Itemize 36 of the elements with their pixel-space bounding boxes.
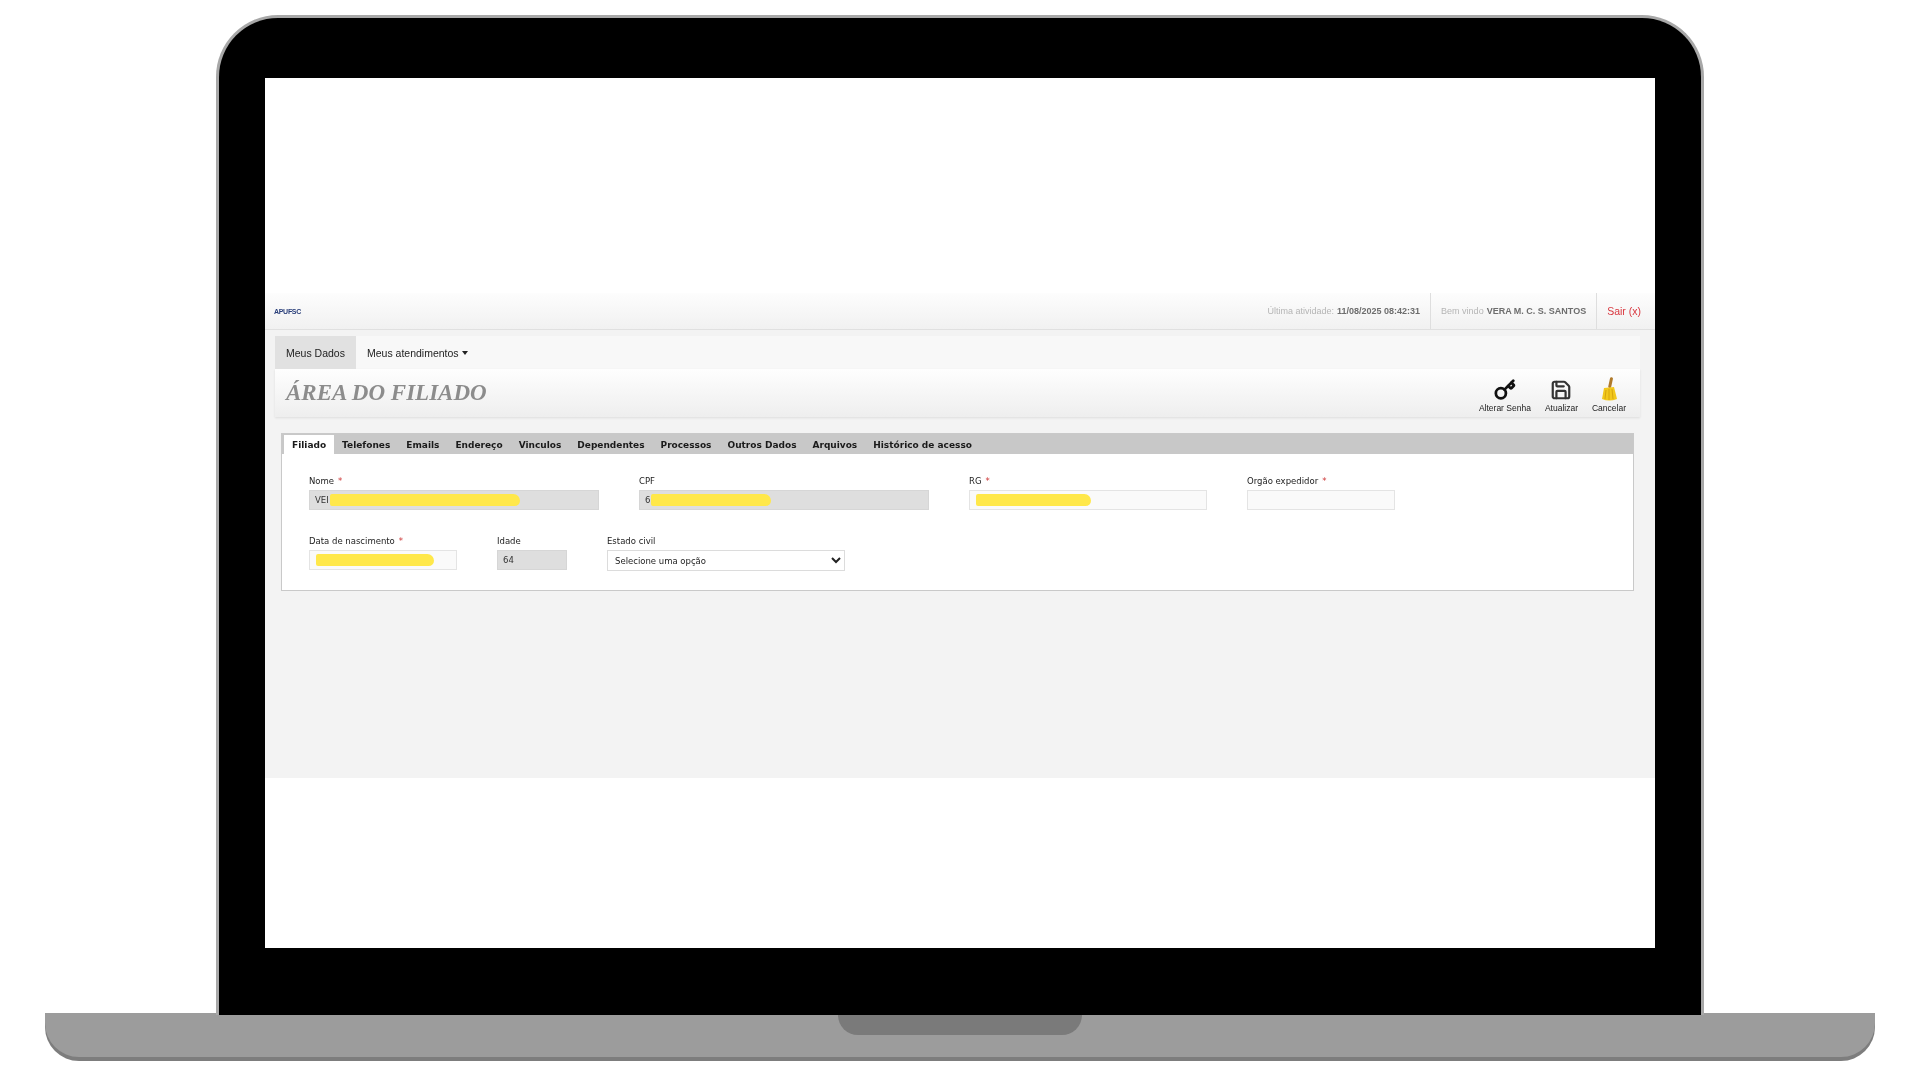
field-label: Idade	[497, 536, 522, 546]
key-icon	[1493, 379, 1516, 401]
last-activity-text: Última atividade: 11/08/2025 08:42:31	[1257, 293, 1432, 329]
toolbar-button[interactable]: Cancelar	[1589, 377, 1628, 413]
tab[interactable]: Telefones	[334, 435, 399, 454]
broom-icon	[1600, 377, 1618, 401]
tab[interactable]: Outros Dados	[719, 435, 805, 454]
tab[interactable]: Emails	[398, 435, 448, 454]
welcome-text: Bem vindo VERA M. C. S. SANTOS	[1431, 293, 1598, 329]
save-icon	[1550, 379, 1573, 401]
menu-item[interactable]: Meus atendimentos	[355, 336, 479, 369]
field-label: CPF	[639, 476, 656, 486]
field-label: Data de nascimento *	[309, 536, 405, 546]
tab[interactable]: Arquivos	[804, 435, 866, 454]
input-field[interactable]	[1247, 490, 1395, 510]
input-field[interactable]: VEI	[309, 490, 599, 510]
tab[interactable]: Dependentes	[569, 435, 653, 454]
menu-item[interactable]: Meus Dados	[275, 336, 356, 369]
field-label: Orgão expedidor *	[1247, 476, 1328, 486]
tab[interactable]: Endereço	[447, 435, 511, 454]
tab[interactable]: Vinculos	[510, 435, 570, 454]
toolbar-button[interactable]: Alterar Senha	[1476, 379, 1533, 413]
input-field[interactable]	[969, 490, 1207, 510]
toolbar-button[interactable]: Atualizar	[1542, 379, 1580, 413]
input-field[interactable]: 6	[639, 490, 929, 510]
field-label: RG *	[969, 476, 991, 486]
logout-link[interactable]: Sair (x)	[1597, 305, 1641, 317]
tab[interactable]: Filiado	[284, 435, 335, 454]
input-field[interactable]	[309, 550, 457, 570]
input-field[interactable]: 64	[497, 550, 567, 570]
tab[interactable]: Processos	[652, 435, 720, 454]
field-label: Estado civil	[607, 536, 657, 546]
estado-civil-select[interactable]: Selecione uma opção	[607, 550, 845, 571]
page-title: ÁREA DO FILIADO	[286, 380, 487, 406]
field-label: Nome *	[309, 476, 344, 486]
tab[interactable]: Histórico de acesso	[865, 435, 980, 454]
